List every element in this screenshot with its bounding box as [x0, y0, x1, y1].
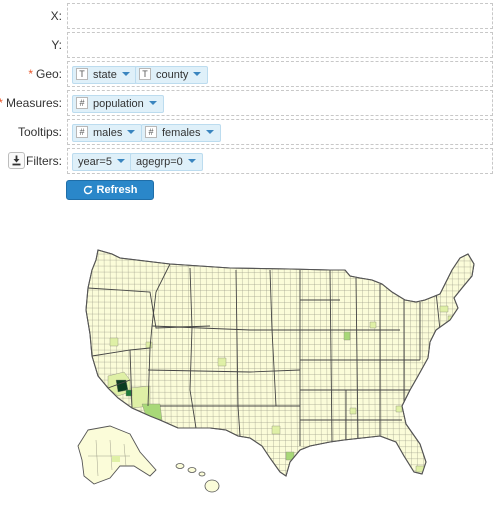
tooltips-shelf-label: Tooltips: [17, 125, 62, 139]
text-type-icon: T [76, 68, 88, 80]
pill-males[interactable]: # males [72, 124, 143, 142]
county-highlight[interactable] [271, 425, 281, 435]
county-highlight[interactable] [343, 331, 351, 341]
tooltips-dropzone[interactable]: # males # females [67, 119, 493, 145]
alaska [77, 425, 157, 485]
pill-label: males [93, 127, 123, 139]
county-highlight[interactable] [349, 407, 357, 415]
text-type-icon: T [139, 68, 151, 80]
geo-shelf: * Geo: Tstate Tcounty [0, 61, 500, 87]
refresh-visual-button[interactable]: Refresh Visual [66, 180, 154, 214]
caret-down-icon[interactable] [205, 130, 214, 134]
y-shelf-label: Y: [51, 38, 62, 52]
pill-label: females [162, 127, 201, 139]
number-type-icon: # [145, 126, 157, 138]
y-dropzone[interactable] [67, 32, 493, 58]
pill-label: state [93, 69, 117, 81]
county-highlight[interactable] [439, 305, 449, 313]
measures-shelf: *Measures: # population [0, 90, 500, 116]
download-icon [12, 155, 21, 166]
county-highlight[interactable] [109, 337, 119, 347]
contiguous-us [85, 249, 475, 477]
pill-population[interactable]: # population [72, 95, 164, 113]
download-button[interactable] [8, 152, 25, 169]
pill-label: population [93, 98, 144, 110]
filters-dropzone[interactable]: year=5 agegrp=0 [67, 148, 493, 174]
caret-down-icon[interactable] [121, 72, 130, 76]
caret-down-icon[interactable] [193, 72, 202, 76]
refresh-visual-label: Refresh Visual [93, 184, 138, 214]
county-choropleth-map[interactable] [0, 230, 500, 505]
county-highlight[interactable] [395, 405, 403, 413]
pill-state[interactable]: Tstate [72, 66, 137, 84]
filters-shelf: Filters: year=5 agegrp=0 [0, 148, 500, 174]
pill-county[interactable]: Tcounty [135, 66, 209, 84]
number-type-icon: # [76, 126, 88, 138]
required-marker: * [0, 96, 3, 110]
tooltips-shelf: Tooltips: # males # females [0, 119, 500, 145]
geo-dropzone[interactable]: Tstate Tcounty [67, 61, 493, 87]
caret-down-icon[interactable] [116, 159, 125, 163]
filter-year[interactable]: year=5 [72, 153, 132, 171]
pill-label: agegrp=0 [136, 156, 183, 168]
pill-label: county [156, 69, 189, 81]
x-shelf: X: [0, 3, 500, 29]
pill-label: year=5 [78, 156, 112, 168]
required-marker: * [28, 67, 33, 81]
caret-down-icon[interactable] [187, 159, 196, 163]
refresh-icon [83, 185, 92, 195]
x-shelf-label: X: [50, 9, 62, 23]
geo-shelf-label: * Geo: [28, 67, 62, 81]
county-highlight[interactable] [217, 357, 227, 367]
caret-down-icon[interactable] [127, 130, 136, 134]
filters-shelf-label: Filters: [26, 154, 62, 168]
caret-down-icon[interactable] [148, 101, 157, 105]
filter-agegrp[interactable]: agegrp=0 [130, 153, 203, 171]
measures-shelf-label: *Measures: [0, 90, 62, 116]
y-shelf: Y: [0, 32, 500, 58]
number-type-icon: # [76, 97, 88, 109]
county-highlight[interactable] [141, 403, 163, 421]
measures-dropzone[interactable]: # population [67, 90, 493, 116]
x-dropzone[interactable] [67, 3, 493, 29]
hawaii [175, 463, 220, 493]
county-highlight[interactable] [369, 321, 377, 329]
county-highlight[interactable] [145, 341, 153, 349]
pill-females[interactable]: # females [141, 124, 221, 142]
